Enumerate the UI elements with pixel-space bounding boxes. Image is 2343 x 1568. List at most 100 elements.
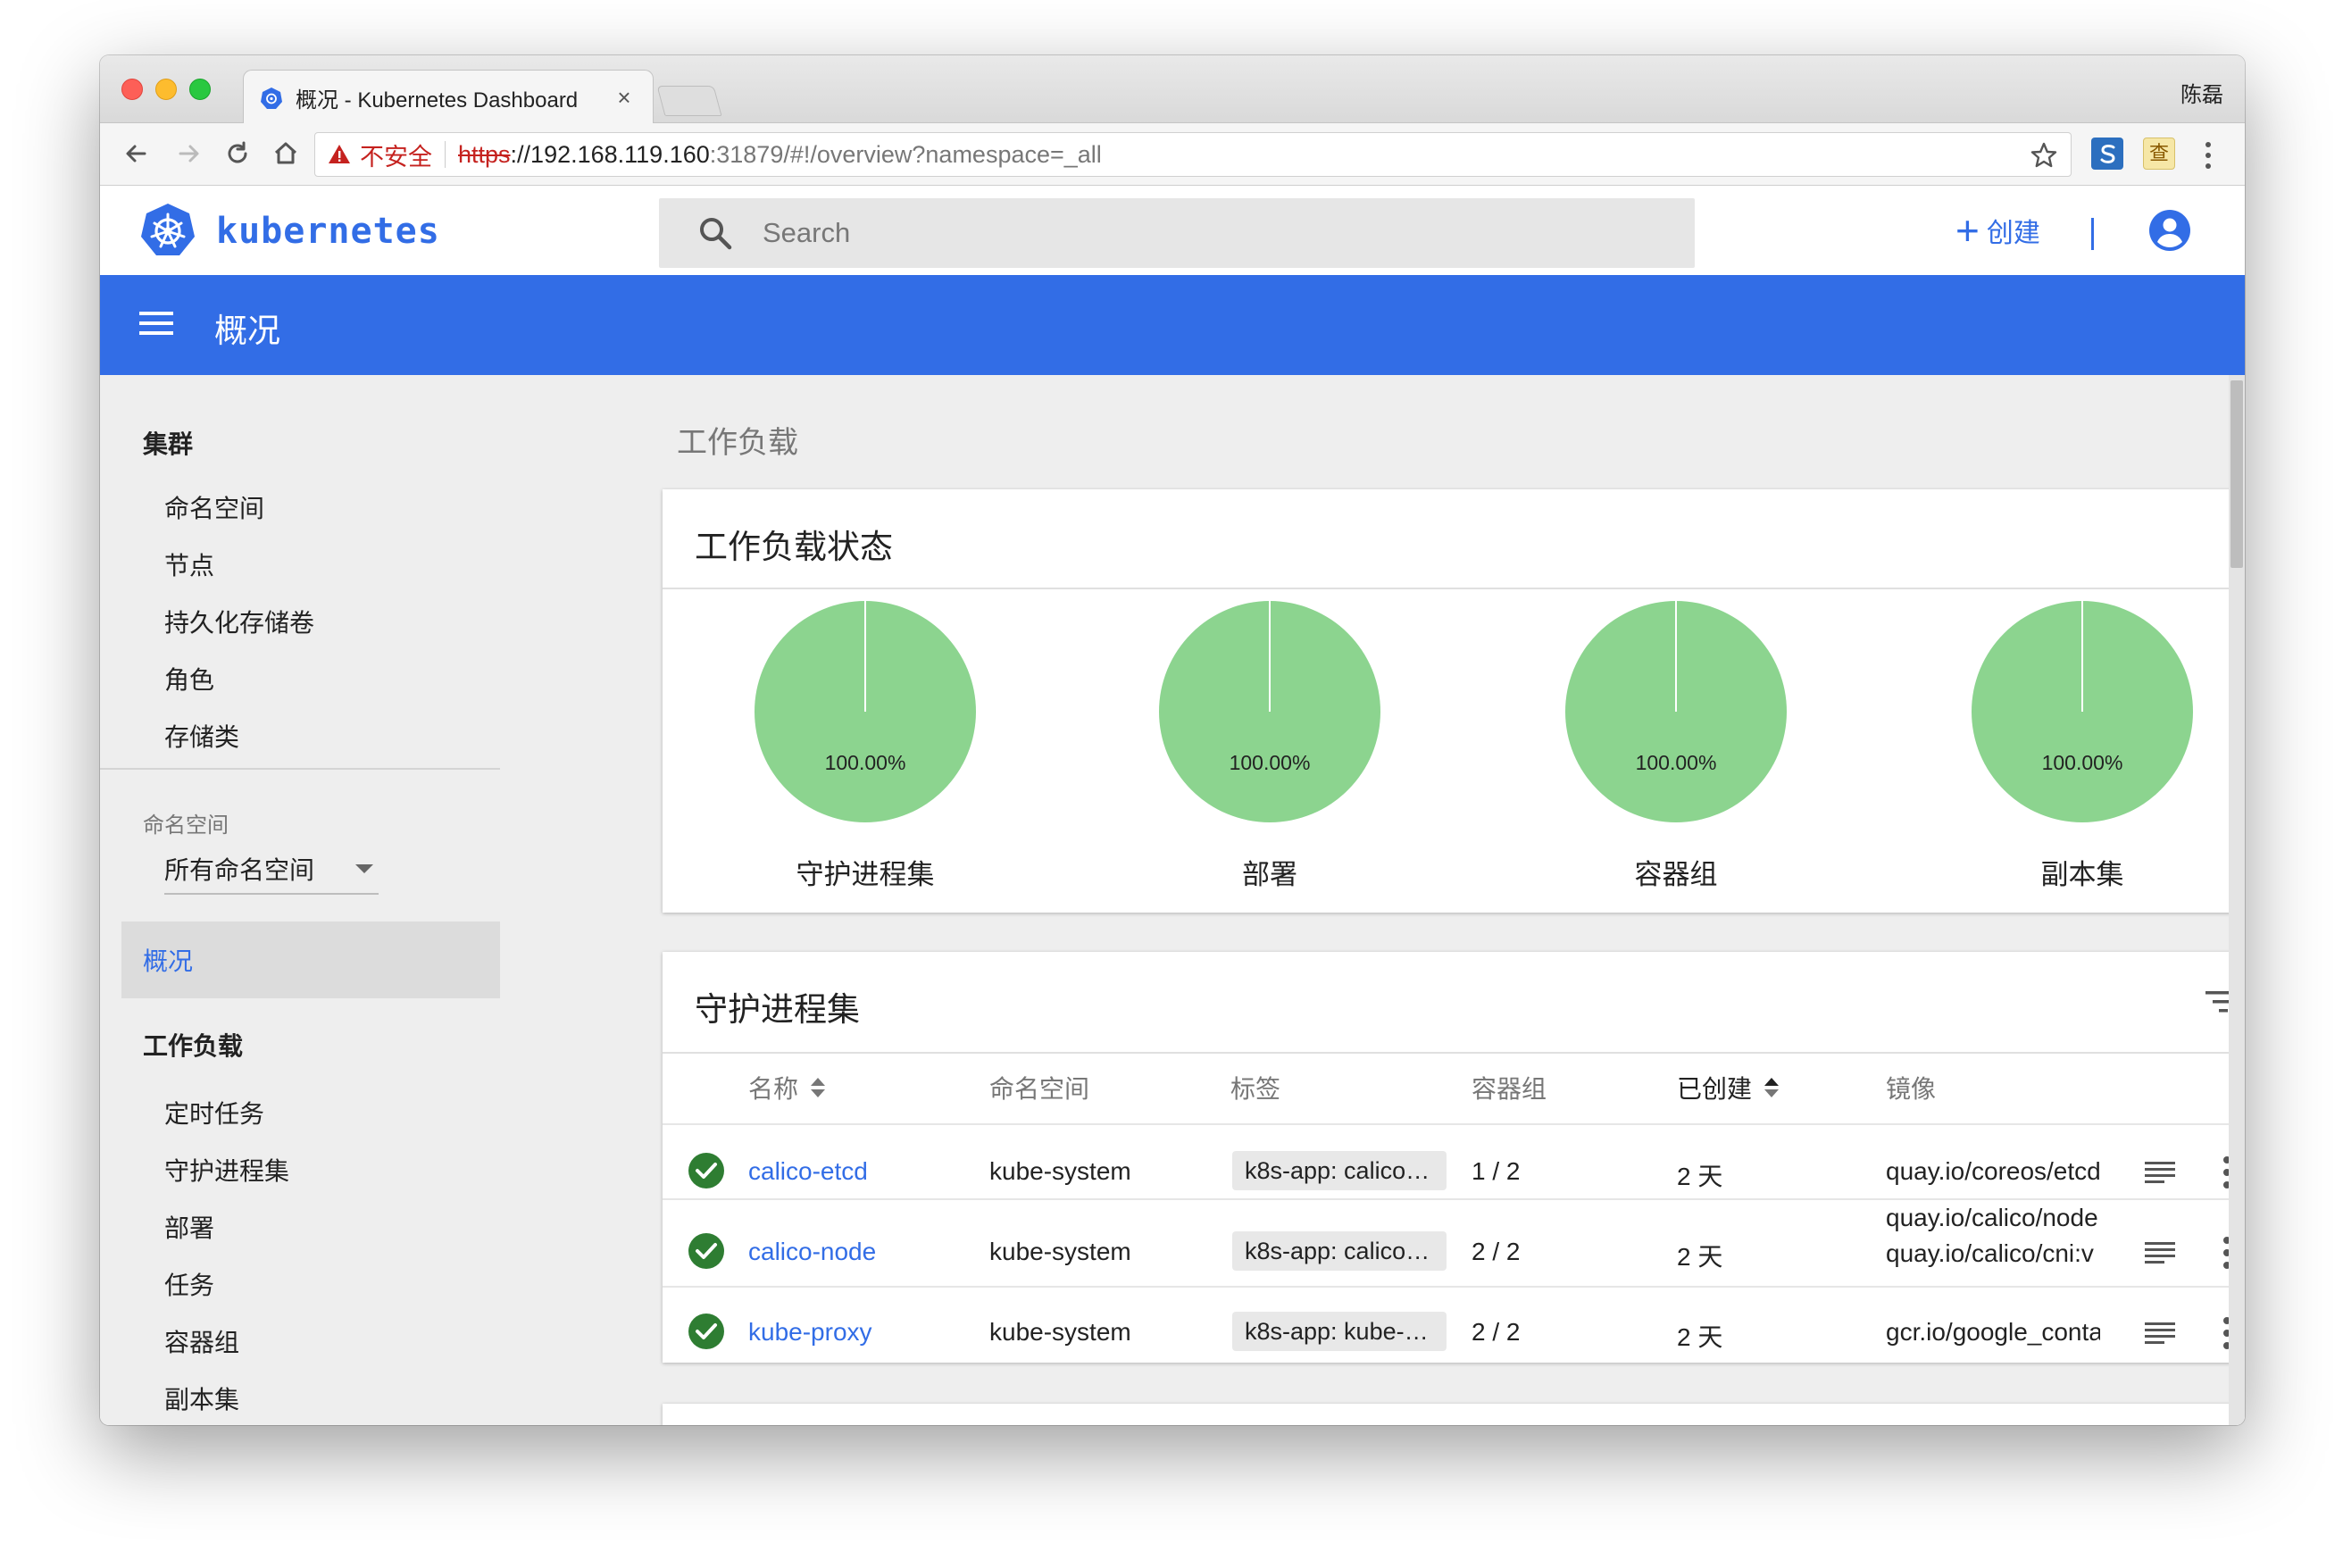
pie-chart-replica-sets: 100.00%	[1972, 601, 2193, 822]
url-host: ://192.168.119.160	[510, 140, 710, 168]
scrollbar-thumb[interactable]	[2230, 380, 2243, 568]
column-header-namespace: 命名空间	[989, 1075, 1090, 1103]
sidebar-item-nodes[interactable]: 节点	[164, 546, 214, 582]
pie-label-pods: 容器组	[1634, 859, 1718, 890]
pie-percent-label: 100.00%	[2042, 751, 2123, 774]
row-divider	[663, 1123, 2245, 1125]
sidebar: 集群 命名空间 节点 持久化存储卷 角色 存储类 命名空间 所有命名空间 概况 …	[100, 375, 573, 1425]
page-title-bar: 概况	[100, 275, 2245, 375]
minimize-window-button[interactable]	[155, 79, 177, 100]
browser-menu-icon[interactable]	[2195, 139, 2222, 171]
extension-s-icon[interactable]	[2091, 138, 2123, 170]
new-tab-button[interactable]	[656, 86, 722, 116]
header-separator	[2091, 218, 2094, 250]
daemon-set-created: 2 天	[1677, 1163, 1723, 1190]
logs-icon[interactable]	[2145, 1321, 2175, 1346]
pie-deployments[interactable]: 100.00% 部署	[1158, 600, 1381, 890]
logs-icon[interactable]	[2145, 1240, 2175, 1265]
sidebar-section-cluster[interactable]: 集群	[143, 425, 193, 461]
pie-chart-deployments: 100.00%	[1159, 601, 1380, 822]
sidebar-item-namespaces[interactable]: 命名空间	[164, 489, 264, 525]
pie-pods[interactable]: 100.00% 容器组	[1564, 600, 1788, 890]
pie-percent-label: 100.00%	[825, 751, 906, 774]
label-chip[interactable]: k8s-app: calico-e...	[1232, 1151, 1447, 1190]
sidebar-item-pods[interactable]: 容器组	[164, 1323, 239, 1359]
menu-icon[interactable]	[139, 309, 173, 338]
sidebar-item-overview[interactable]: 概况	[121, 922, 500, 998]
pie-label-daemon-sets: 守护进程集	[796, 859, 935, 890]
column-header-pods: 容器组	[1472, 1075, 1547, 1103]
plus-icon: +	[1955, 207, 1980, 254]
sidebar-item-replica-sets[interactable]: 副本集	[164, 1380, 239, 1416]
sidebar-item-deployments[interactable]: 部署	[164, 1209, 214, 1245]
search-icon	[700, 218, 732, 250]
address-bar[interactable]: 不安全 https ://192.168.119.160 :31879/#!/o…	[314, 132, 2072, 177]
label-chip[interactable]: k8s-app: kube-pr...	[1232, 1312, 1447, 1351]
daemon-set-name-link[interactable]: calico-node	[748, 1238, 876, 1266]
tab-close-icon[interactable]: ×	[612, 84, 637, 112]
sort-icon	[811, 1078, 826, 1097]
omnibox-separator	[445, 141, 446, 168]
sidebar-item-roles[interactable]: 角色	[164, 661, 214, 696]
pie-percent-label: 100.00%	[1230, 751, 1311, 774]
search-box[interactable]	[659, 198, 1695, 268]
check-circle-icon	[688, 1153, 724, 1189]
column-header-images: 镜像	[1886, 1075, 1937, 1103]
column-header-labels: 标签	[1230, 1075, 1281, 1103]
pie-chart-pods: 100.00%	[1565, 601, 1787, 822]
label-chip[interactable]: k8s-app: calico-n...	[1232, 1231, 1447, 1271]
daemon-set-image: quay.io/coreos/etcd	[1886, 1157, 2100, 1185]
next-card	[663, 1404, 2245, 1425]
sidebar-item-daemon-sets[interactable]: 守护进程集	[164, 1152, 289, 1188]
back-icon[interactable]	[118, 136, 154, 171]
sidebar-section-workloads[interactable]: 工作负载	[143, 1027, 243, 1063]
app-header: kubernetes + 创建	[100, 186, 2245, 277]
forward-icon[interactable]	[171, 136, 207, 171]
kubernetes-favicon-icon	[261, 87, 282, 109]
daemon-set-image: gcr.io/google_containers	[1886, 1318, 2100, 1346]
sidebar-item-cron-jobs[interactable]: 定时任务	[164, 1095, 264, 1130]
search-input[interactable]	[763, 217, 1566, 249]
browser-tab-active[interactable]: 概况 - Kubernetes Dashboard ×	[243, 70, 654, 125]
url-scheme: https	[458, 140, 511, 168]
daemon-set-image: quay.io/calico/node	[1886, 1204, 2098, 1231]
sidebar-item-jobs[interactable]: 任务	[164, 1266, 214, 1302]
workload-status-title: 工作负载状态	[695, 529, 893, 565]
column-header-created-label: 已创建	[1677, 1075, 1753, 1103]
column-header-created[interactable]: 已创建	[1677, 1070, 1780, 1105]
daemon-set-namespace: kube-system	[989, 1157, 1131, 1185]
main-content: 工作负载 工作负载状态 100.00% 守护进程集 100.00% 部署 100…	[573, 375, 2245, 1425]
url-path: :31879/#!/overview?namespace=_all	[709, 140, 1102, 168]
extension-dictionary-icon[interactable]: 查	[2143, 138, 2175, 170]
reload-icon[interactable]	[220, 136, 255, 171]
zoom-window-button[interactable]	[189, 79, 211, 100]
workloads-heading: 工作负载	[677, 426, 798, 460]
pie-daemon-sets[interactable]: 100.00% 守护进程集	[754, 600, 977, 890]
row-divider	[663, 1286, 2245, 1288]
browser-toolbar: 不安全 https ://192.168.119.160 :31879/#!/o…	[100, 123, 2245, 186]
daemon-set-pods: 1 / 2	[1472, 1157, 1521, 1185]
daemon-set-name-link[interactable]: kube-proxy	[748, 1318, 872, 1347]
sidebar-item-persistent-volumes[interactable]: 持久化存储卷	[164, 604, 314, 639]
bookmark-star-icon[interactable]	[2030, 141, 2058, 170]
pie-replica-sets[interactable]: 100.00% 副本集	[1971, 600, 2194, 890]
close-window-button[interactable]	[121, 79, 143, 100]
pie-label-deployments: 部署	[1242, 859, 1297, 890]
pie-percent-label: 100.00%	[1636, 751, 1717, 774]
create-button[interactable]: + 创建	[1955, 207, 2040, 254]
dropdown-arrow-icon	[355, 864, 373, 873]
profile-name[interactable]: 陈磊	[2180, 77, 2223, 108]
sidebar-item-storage-classes[interactable]: 存储类	[164, 718, 239, 754]
kubernetes-logo-icon[interactable]	[139, 202, 196, 259]
not-secure-label[interactable]: 不安全	[360, 138, 432, 172]
namespace-select[interactable]: 所有命名空间	[164, 845, 379, 895]
account-circle-icon[interactable]	[2147, 207, 2193, 254]
daemon-set-pods: 2 / 2	[1472, 1318, 1521, 1346]
daemon-sets-title: 守护进程集	[695, 991, 860, 1028]
column-header-name[interactable]: 名称	[748, 1070, 827, 1105]
logs-icon[interactable]	[2145, 1160, 2175, 1185]
home-icon[interactable]	[268, 136, 304, 171]
check-circle-icon	[688, 1314, 724, 1349]
brand-name[interactable]: kubernetes	[216, 211, 440, 252]
daemon-set-name-link[interactable]: calico-etcd	[748, 1157, 868, 1186]
